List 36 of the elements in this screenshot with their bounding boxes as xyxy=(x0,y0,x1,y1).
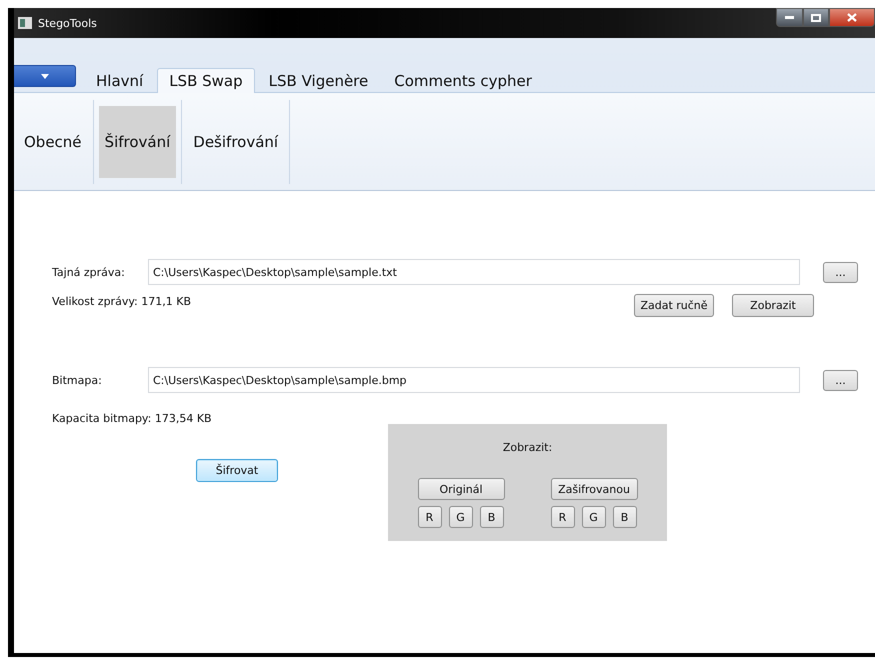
channel-button[interactable]: R xyxy=(550,506,574,528)
minimize-button[interactable] xyxy=(776,8,803,27)
show-image-button[interactable]: Zašifrovanou xyxy=(550,478,638,500)
ribbon-tab[interactable]: LSB Vigenère xyxy=(256,68,380,93)
ribbon-tab[interactable]: LSB Swap xyxy=(157,68,255,93)
ribbon-group-tab[interactable]: Šifrování xyxy=(98,106,176,178)
message-path-field[interactable]: C:\Users\Kaspec\Desktop\sample\sample.txt xyxy=(148,259,800,285)
maximize-icon xyxy=(811,14,821,22)
channel-button[interactable]: B xyxy=(480,506,504,528)
action-button[interactable]: Zadat ručně xyxy=(634,294,714,317)
ribbon-tab[interactable]: Hlavní xyxy=(84,68,156,93)
bitmap-capacity-text: Kapacita bitmapy: 173,54 KB xyxy=(52,412,212,425)
panel-title: Zobrazit: xyxy=(502,441,552,454)
ribbon-group-tab[interactable]: Obecné xyxy=(18,106,88,178)
minimize-icon xyxy=(785,16,794,19)
dropdown-arrow-icon xyxy=(40,74,48,78)
message-size-text: Velikost zprávy: 171,1 KB xyxy=(52,295,191,308)
channel-button[interactable]: G xyxy=(582,506,606,528)
maximize-button[interactable] xyxy=(803,8,829,27)
field-label: Bitmapa: xyxy=(52,374,103,386)
encrypt-button[interactable]: Šifrovat xyxy=(196,459,278,482)
bitmap-path-field[interactable]: C:\Users\Kaspec\Desktop\sample\sample.bmp xyxy=(148,367,800,393)
show-image-button[interactable]: Originál xyxy=(418,478,504,500)
browse-button[interactable]: ... xyxy=(823,262,858,282)
browse-button[interactable]: ... xyxy=(823,370,858,390)
channel-button[interactable]: G xyxy=(448,506,472,528)
channel-button[interactable]: B xyxy=(612,506,636,528)
window-title: StegoTools xyxy=(38,16,97,30)
action-button[interactable]: Zobrazit xyxy=(732,294,814,317)
field-label: Tajná zpráva: xyxy=(52,266,126,278)
ribbon-group-tab[interactable]: Dešifrování xyxy=(187,106,284,178)
close-button[interactable] xyxy=(829,8,875,27)
close-icon xyxy=(847,13,857,22)
app-icon xyxy=(18,17,32,29)
ribbon-tab[interactable]: Comments cypher xyxy=(382,68,544,93)
channel-button[interactable]: R xyxy=(418,506,442,528)
